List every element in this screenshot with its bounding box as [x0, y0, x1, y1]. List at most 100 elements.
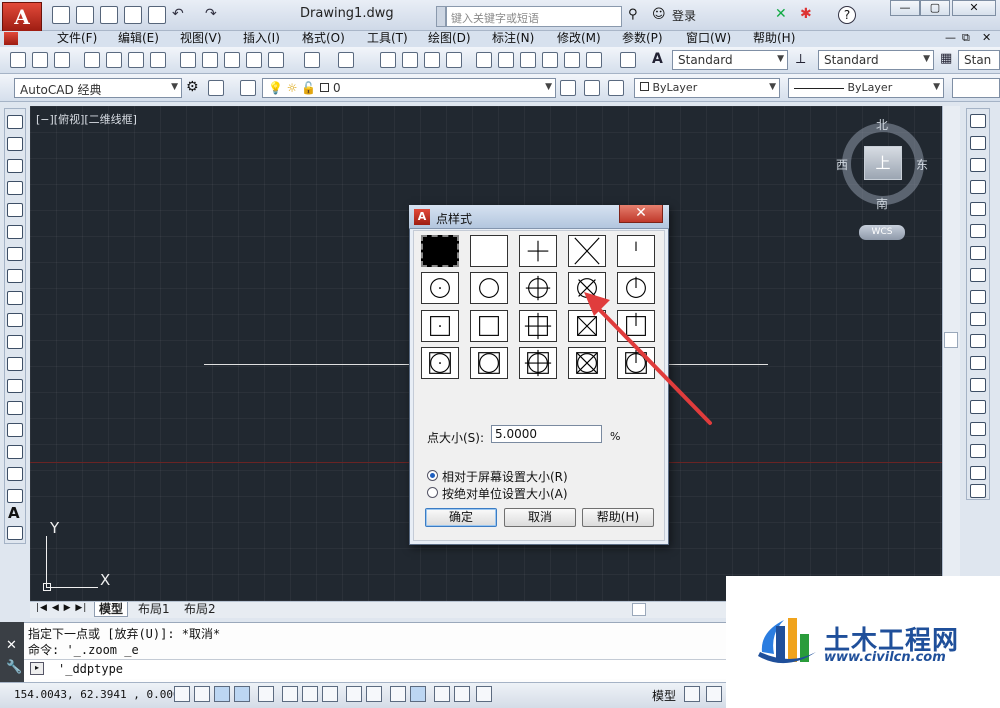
save-toolbar-icon[interactable] — [54, 52, 70, 68]
snap-mode-icon[interactable] — [194, 686, 210, 702]
minimize-button[interactable]: — — [890, 0, 920, 16]
wcs-menu[interactable]: WCS — [859, 225, 905, 240]
compass-east[interactable]: 东 — [916, 156, 928, 173]
copy-icon[interactable] — [202, 52, 218, 68]
undo-toolbar-icon[interactable] — [304, 52, 320, 68]
horizontal-scroll-thumb[interactable] — [632, 603, 646, 616]
menu-modify[interactable]: 修改(M) — [557, 31, 601, 46]
annotation-monitor-icon[interactable] — [476, 686, 492, 702]
match-properties-icon[interactable] — [246, 52, 262, 68]
autodesk-exchange-icon[interactable]: ✱ — [800, 6, 812, 22]
make-current-icon[interactable] — [560, 80, 576, 96]
point-style-none[interactable] — [470, 235, 508, 267]
block-editor-icon[interactable] — [268, 52, 284, 68]
command-input-text[interactable]: '_ddptype — [58, 662, 123, 676]
tab-navigation-arrows[interactable]: |◀ ◀ ▶ ▶| — [36, 603, 87, 613]
radio-absolute-units[interactable] — [427, 487, 438, 498]
break-icon[interactable] — [970, 378, 986, 392]
join-icon[interactable] — [970, 400, 986, 414]
user-icon[interactable]: ☺ — [652, 7, 666, 22]
sheet-set-icon[interactable] — [542, 52, 558, 68]
markup-icon[interactable] — [564, 52, 580, 68]
properties-icon[interactable] — [476, 52, 492, 68]
rotate-icon[interactable] — [970, 246, 986, 260]
point-icon[interactable] — [7, 401, 23, 415]
open-file-icon[interactable] — [76, 6, 94, 24]
quick-view-layouts-icon[interactable] — [684, 686, 700, 702]
viewcube-top-face[interactable]: 上 — [864, 146, 902, 180]
layer-states-icon[interactable] — [608, 80, 624, 96]
table-style-select[interactable]: Stan — [958, 50, 1000, 70]
exchange-icon[interactable]: ✕ — [775, 6, 787, 22]
menu-draw[interactable]: 绘图(D) — [428, 31, 471, 46]
restore-button[interactable]: ▢ — [920, 0, 950, 16]
customize-command-icon[interactable]: 🔧 — [6, 660, 22, 675]
tab-model[interactable]: 模型 — [94, 602, 129, 617]
menu-format[interactable]: 格式(O) — [302, 31, 345, 46]
save-icon[interactable] — [100, 6, 118, 24]
compass-south[interactable]: 南 — [876, 195, 888, 212]
offset-icon[interactable] — [970, 180, 986, 194]
move-icon[interactable] — [970, 224, 986, 238]
insert-block-icon[interactable] — [7, 357, 23, 371]
zoom-previous-icon[interactable] — [446, 52, 462, 68]
array-icon[interactable] — [970, 202, 986, 216]
compass-west[interactable]: 西 — [836, 156, 848, 173]
cancel-button[interactable]: 取消 — [504, 508, 576, 527]
doc-restore-icon[interactable]: ⧉ — [962, 31, 970, 45]
mirror-icon[interactable] — [970, 158, 986, 172]
print-icon[interactable] — [148, 6, 166, 24]
point-style-cross[interactable] — [568, 235, 606, 267]
add-selected-icon[interactable] — [7, 526, 23, 540]
workspace-settings-icon[interactable]: ⚙ — [186, 79, 199, 95]
point-style-square-dot[interactable] — [421, 310, 459, 342]
tab-layout2[interactable]: 布局2 — [180, 602, 220, 617]
dynamic-input-icon[interactable] — [366, 686, 382, 702]
break-at-point-icon[interactable] — [970, 356, 986, 370]
layer-properties-icon[interactable] — [240, 80, 256, 96]
point-style-plus[interactable] — [519, 235, 557, 267]
application-menu-button[interactable]: A — [2, 2, 42, 32]
menu-file[interactable]: 文件(F) — [57, 31, 97, 46]
erase-icon[interactable] — [970, 114, 986, 128]
model-space-toggle[interactable]: 模型 — [652, 687, 676, 704]
command-prompt-icon[interactable]: ▸ — [30, 662, 44, 675]
vertical-scroll-thumb[interactable] — [944, 332, 958, 348]
extend-icon[interactable] — [970, 334, 986, 348]
rectangle-icon[interactable] — [7, 203, 23, 217]
grid-display-icon[interactable] — [214, 686, 230, 702]
stretch-icon[interactable] — [970, 290, 986, 304]
object-snap-tracking-icon[interactable] — [322, 686, 338, 702]
new-file-icon[interactable] — [52, 6, 70, 24]
quickcalc-icon[interactable] — [586, 52, 602, 68]
polar-tracking-icon[interactable] — [258, 686, 274, 702]
menu-tools[interactable]: 工具(T) — [367, 31, 408, 46]
linetype-select[interactable]: ByLayer ▼ — [788, 78, 944, 98]
blend-curves-icon[interactable] — [970, 466, 986, 480]
ellipse-icon[interactable] — [7, 313, 23, 327]
selection-cycling-icon[interactable] — [454, 686, 470, 702]
point-style-square-plus[interactable] — [519, 310, 557, 342]
revision-cloud-icon[interactable] — [7, 269, 23, 283]
point-style-circle-square-dot[interactable] — [421, 347, 459, 379]
hatch-icon[interactable] — [7, 423, 23, 437]
dim-style-select[interactable]: Standard ▼ — [818, 50, 934, 70]
menu-edit[interactable]: 编辑(E) — [118, 31, 159, 46]
region-icon[interactable] — [7, 467, 23, 481]
menu-window[interactable]: 窗口(W) — [686, 31, 731, 46]
qnew-icon[interactable] — [10, 52, 26, 68]
ellipse-arc-icon[interactable] — [7, 335, 23, 349]
polygon-icon[interactable] — [7, 181, 23, 195]
3d-print-icon[interactable] — [150, 52, 166, 68]
radio-absolute-label[interactable]: 按绝对单位设置大小(A) — [442, 485, 568, 502]
help-button[interactable]: ? — [838, 6, 856, 24]
point-style-dot[interactable] — [421, 235, 459, 267]
search-expand-arrow[interactable] — [436, 6, 446, 27]
redo-icon[interactable]: ↷ — [205, 6, 217, 22]
tool-palettes-icon[interactable] — [520, 52, 536, 68]
plot-icon[interactable] — [84, 52, 100, 68]
paste-icon[interactable] — [224, 52, 240, 68]
search-input[interactable]: 键入关键字或短语 — [446, 6, 622, 27]
close-button[interactable]: ✕ — [952, 0, 996, 16]
customize-icon[interactable] — [208, 80, 224, 96]
